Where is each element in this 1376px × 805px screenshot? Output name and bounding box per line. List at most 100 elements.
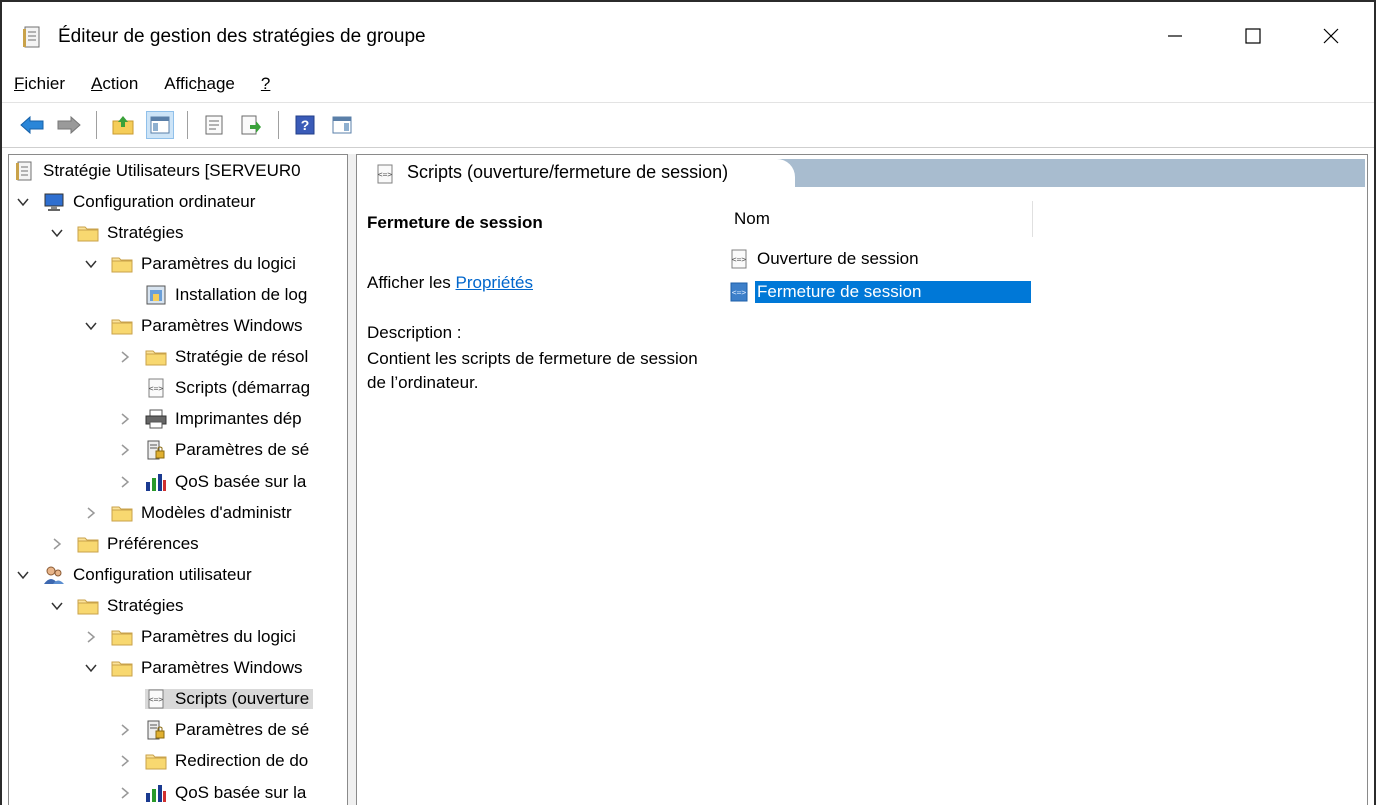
menu-affichage[interactable]: Affichage xyxy=(164,74,235,94)
tree-node-label: Préférences xyxy=(107,533,199,553)
tree-node-content[interactable]: Préférences xyxy=(77,534,203,554)
tree-node[interactable]: Installation de log xyxy=(117,279,311,310)
tree-node-content[interactable]: QoS basée sur la xyxy=(145,783,310,803)
tree-node-content[interactable]: Configuration utilisateur xyxy=(43,565,256,585)
tree-node[interactable]: Préférences xyxy=(49,528,203,559)
up-level-button[interactable] xyxy=(109,111,137,139)
chevron-right-icon[interactable] xyxy=(117,753,133,769)
tree-node-content[interactable]: Paramètres de sé xyxy=(145,720,313,740)
printer-icon xyxy=(145,409,167,429)
tree-node[interactable]: Modèles d'administr xyxy=(83,497,296,528)
properties-line: Afficher les Propriétés xyxy=(367,273,533,293)
tree-node-content[interactable]: Stratégie de résol xyxy=(145,347,312,367)
tree-node[interactable]: Paramètres du logici xyxy=(83,622,300,653)
chevron-right-icon[interactable] xyxy=(83,629,99,645)
chevron-right-icon[interactable] xyxy=(117,474,133,490)
chevron-down-icon[interactable] xyxy=(83,660,99,676)
tree-node-content[interactable]: Configuration ordinateur xyxy=(43,192,259,212)
list-item-selected[interactable]: <=> Fermeture de session xyxy=(729,278,1031,306)
menu-action[interactable]: Action xyxy=(91,74,138,94)
chevron-right-icon[interactable] xyxy=(117,349,133,365)
script-icon: <=> xyxy=(145,378,167,398)
tree-node-content[interactable]: Stratégies xyxy=(77,596,188,616)
properties-icon xyxy=(205,115,223,135)
details-pane: <=> Scripts (ouverture/fermeture de sess… xyxy=(356,154,1368,805)
tree-node[interactable]: QoS basée sur la xyxy=(117,777,310,805)
tree-node-content[interactable]: Paramètres du logici xyxy=(111,627,300,647)
menu-fichier[interactable]: Fichier xyxy=(14,74,65,94)
folder-icon xyxy=(111,254,133,274)
chevron-down-icon[interactable] xyxy=(83,256,99,272)
tree-node-content[interactable]: Paramètres Windows xyxy=(111,316,307,336)
tree-node-content[interactable]: Paramètres Windows xyxy=(111,658,307,678)
folder-icon xyxy=(77,534,99,554)
tree-node-content[interactable]: Paramètres de sé xyxy=(145,440,313,460)
chevron-down-icon[interactable] xyxy=(83,318,99,334)
maximize-button[interactable] xyxy=(1230,16,1276,56)
tree-node[interactable]: Redirection de do xyxy=(117,746,312,777)
tree-node[interactable]: Stratégies xyxy=(49,217,188,248)
show-hide-tree-icon xyxy=(150,116,170,134)
tree-node-content[interactable]: <=> Scripts (démarrag xyxy=(145,378,314,398)
properties-prefix: Afficher les xyxy=(367,273,456,292)
help-icon: ? xyxy=(295,115,315,135)
menu-help[interactable]: ? xyxy=(261,74,270,94)
tree-node-content[interactable]: Paramètres du logici xyxy=(111,254,300,274)
tree-node[interactable]: Imprimantes dép xyxy=(117,404,306,435)
tree-node-label: Scripts (ouverture xyxy=(175,689,310,709)
column-header-nom[interactable]: Nom xyxy=(719,201,1033,237)
chevron-down-icon[interactable] xyxy=(15,194,31,210)
chevron-right-icon[interactable] xyxy=(117,722,133,738)
policy-doc-icon xyxy=(13,161,35,181)
console-tree[interactable]: Stratégie Utilisateurs [SERVEUR0 Configur… xyxy=(8,154,348,805)
export-list-button[interactable] xyxy=(237,111,265,139)
chevron-down-icon[interactable] xyxy=(49,225,65,241)
tree-node-label: Installation de log xyxy=(175,284,308,304)
back-button[interactable] xyxy=(18,111,46,139)
tree-node-content[interactable]: Modèles d'administr xyxy=(111,503,296,523)
chevron-right-icon[interactable] xyxy=(83,505,99,521)
tree-node[interactable]: Configuration utilisateur xyxy=(15,559,256,590)
chevron-down-icon[interactable] xyxy=(49,598,65,614)
help-button[interactable]: ? xyxy=(291,111,319,139)
chevron-right-icon[interactable] xyxy=(49,536,65,552)
properties-button[interactable] xyxy=(200,111,228,139)
pane-splitter[interactable] xyxy=(348,154,356,805)
tree-node-content[interactable]: QoS basée sur la xyxy=(145,472,310,492)
folder-icon xyxy=(145,347,167,367)
svg-text:?: ? xyxy=(301,117,310,133)
chevron-down-icon[interactable] xyxy=(15,567,31,583)
tree-node-label: Paramètres de sé xyxy=(175,720,310,740)
close-button[interactable] xyxy=(1308,16,1354,56)
tree-node[interactable]: Stratégie de résol xyxy=(117,342,312,373)
folder-icon xyxy=(111,658,133,678)
tree-node-content[interactable]: Redirection de do xyxy=(145,751,312,771)
tree-node-label: Paramètres du logici xyxy=(141,627,296,646)
tree-node[interactable]: Paramètres du logici xyxy=(83,248,300,279)
tree-node-content[interactable]: Installation de log xyxy=(145,285,311,305)
forward-button[interactable] xyxy=(55,111,83,139)
tree-node[interactable]: <=> Scripts (démarrag xyxy=(117,373,314,404)
show-hide-tree-button[interactable] xyxy=(146,111,174,139)
chevron-right-icon[interactable] xyxy=(117,411,133,427)
tree-node[interactable]: Configuration ordinateur xyxy=(15,186,259,217)
tree-node-content[interactable]: Imprimantes dép xyxy=(145,409,306,429)
tree-node-content[interactable]: Stratégies xyxy=(77,223,188,243)
tree-node[interactable]: Paramètres de sé xyxy=(117,435,313,466)
tree-node[interactable]: Stratégie Utilisateurs [SERVEUR0 xyxy=(13,155,305,186)
list-item[interactable]: <=> Ouverture de session xyxy=(729,245,923,273)
chevron-right-icon[interactable] xyxy=(117,785,133,801)
action-pane-button[interactable] xyxy=(328,111,356,139)
tree-node-content[interactable]: Stratégie Utilisateurs [SERVEUR0 xyxy=(13,161,305,181)
tree-node-selected[interactable]: <=> Scripts (ouverture xyxy=(117,684,314,715)
tree-node[interactable]: Stratégies xyxy=(49,590,188,621)
tree-node[interactable]: Paramètres Windows xyxy=(83,311,307,342)
tree-node-content[interactable]: <=> Scripts (ouverture xyxy=(145,689,314,710)
tree-node-label: Modèles d'administr xyxy=(141,502,292,522)
properties-link[interactable]: Propriétés xyxy=(456,273,533,292)
tree-node[interactable]: QoS basée sur la xyxy=(117,466,310,497)
minimize-button[interactable] xyxy=(1152,16,1198,56)
tree-node[interactable]: Paramètres Windows xyxy=(83,653,307,684)
tree-node[interactable]: Paramètres de sé xyxy=(117,715,313,746)
chevron-right-icon[interactable] xyxy=(117,442,133,458)
